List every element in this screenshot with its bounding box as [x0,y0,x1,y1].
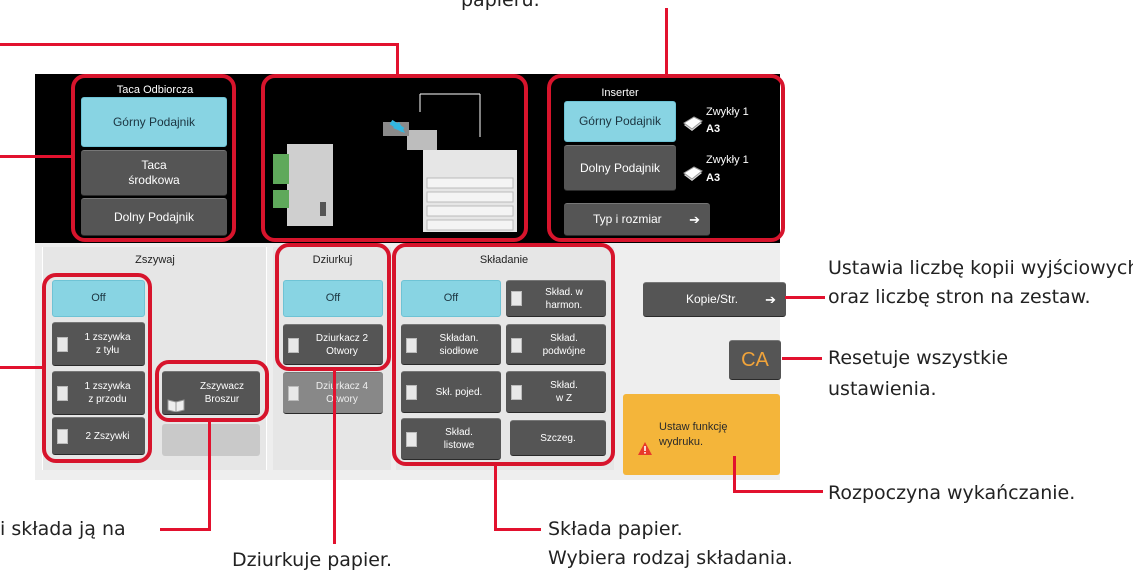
copies-label: Kopie/Str. [686,292,739,306]
punch-four-icon [288,386,299,401]
annotation-reset-line2: ustawienia. [828,378,937,400]
warning-icon [637,426,653,455]
callout-line [208,420,211,530]
inserter-highlight [547,74,785,242]
annotation-start: Rozpoczyna wykańczanie. [828,482,1076,504]
set-function-label: Ustaw funkcję wydruku. [659,420,728,448]
callout-line [333,369,336,544]
callout-line [396,43,399,77]
punch-four-label: Dziurkacz 4 Otwory [315,381,369,405]
annotation-copies-line2: oraz liczbę stron na zestaw. [828,286,1091,308]
callout-line [785,296,825,299]
output-tray-highlight [71,74,236,242]
annotation-fold-line2: Wybiera rodzaj składania. [548,547,793,569]
staple-highlight [42,273,152,463]
reset-ca-button[interactable]: CA [729,340,781,380]
staple-title: Zszywaj [135,254,175,266]
callout-line [494,465,497,530]
copies-button[interactable]: Kopie/Str. ➔ [643,282,786,317]
set-function-button[interactable]: Ustaw funkcję wydruku. [623,394,780,475]
annotation-punch: Dziurkuje papier. [232,549,393,571]
callout-line [782,357,822,360]
callout-line [733,456,736,492]
fold-highlight [392,243,615,466]
callout-line [0,43,398,46]
annotation-reset-line1: Resetuje wszystkie [828,347,1009,369]
callout-line [160,528,211,531]
callout-line [0,366,43,369]
booklet-disabled-button [162,424,260,456]
annotation-copies-line1: Ustawia liczbę kopii wyjściowych [828,257,1133,279]
illustration-highlight [261,74,528,242]
arrow-right-icon: ➔ [765,292,776,307]
punch-highlight [275,243,391,371]
booklet-highlight [155,360,269,422]
callout-line [0,155,72,158]
callout-line [494,528,541,531]
annotation-paper-partial: papieru. [461,0,540,11]
callout-line [665,8,668,76]
annotation-booklet-partial: i składa ją na [0,518,126,540]
callout-line [733,490,823,493]
annotation-fold-line1: Składa papier. [548,518,683,540]
